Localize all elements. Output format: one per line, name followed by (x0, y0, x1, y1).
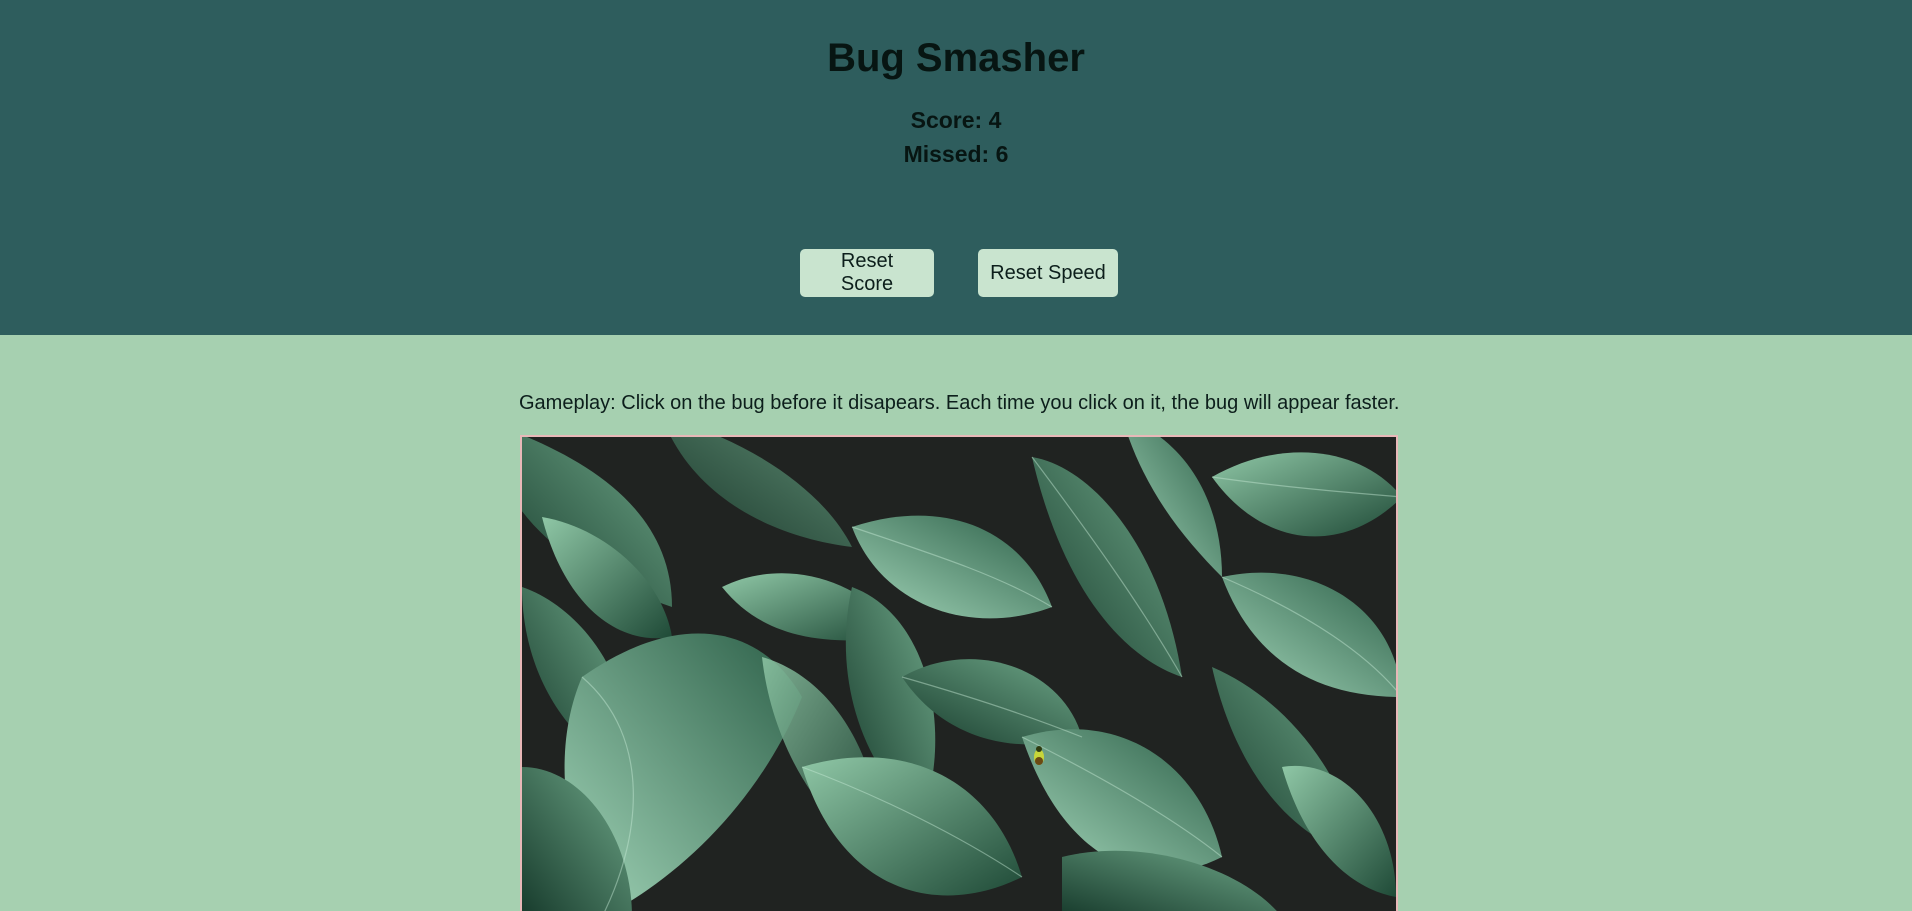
game-title: Bug Smasher (827, 36, 1085, 80)
gameplay-instructions: Gameplay: Click on the bug before it dis… (519, 392, 1400, 414)
reset-score-button[interactable]: Reset Score (800, 249, 934, 297)
game-header: Bug Smasher Score: 4 Missed: 6 Reset Sco… (0, 0, 1912, 335)
game-board[interactable] (520, 435, 1398, 911)
missed-display: Missed: 6 (903, 141, 1009, 167)
reset-speed-button[interactable]: Reset Speed (978, 249, 1118, 297)
leaf-background (522, 437, 1396, 911)
score-display: Score: 4 (910, 107, 1002, 133)
